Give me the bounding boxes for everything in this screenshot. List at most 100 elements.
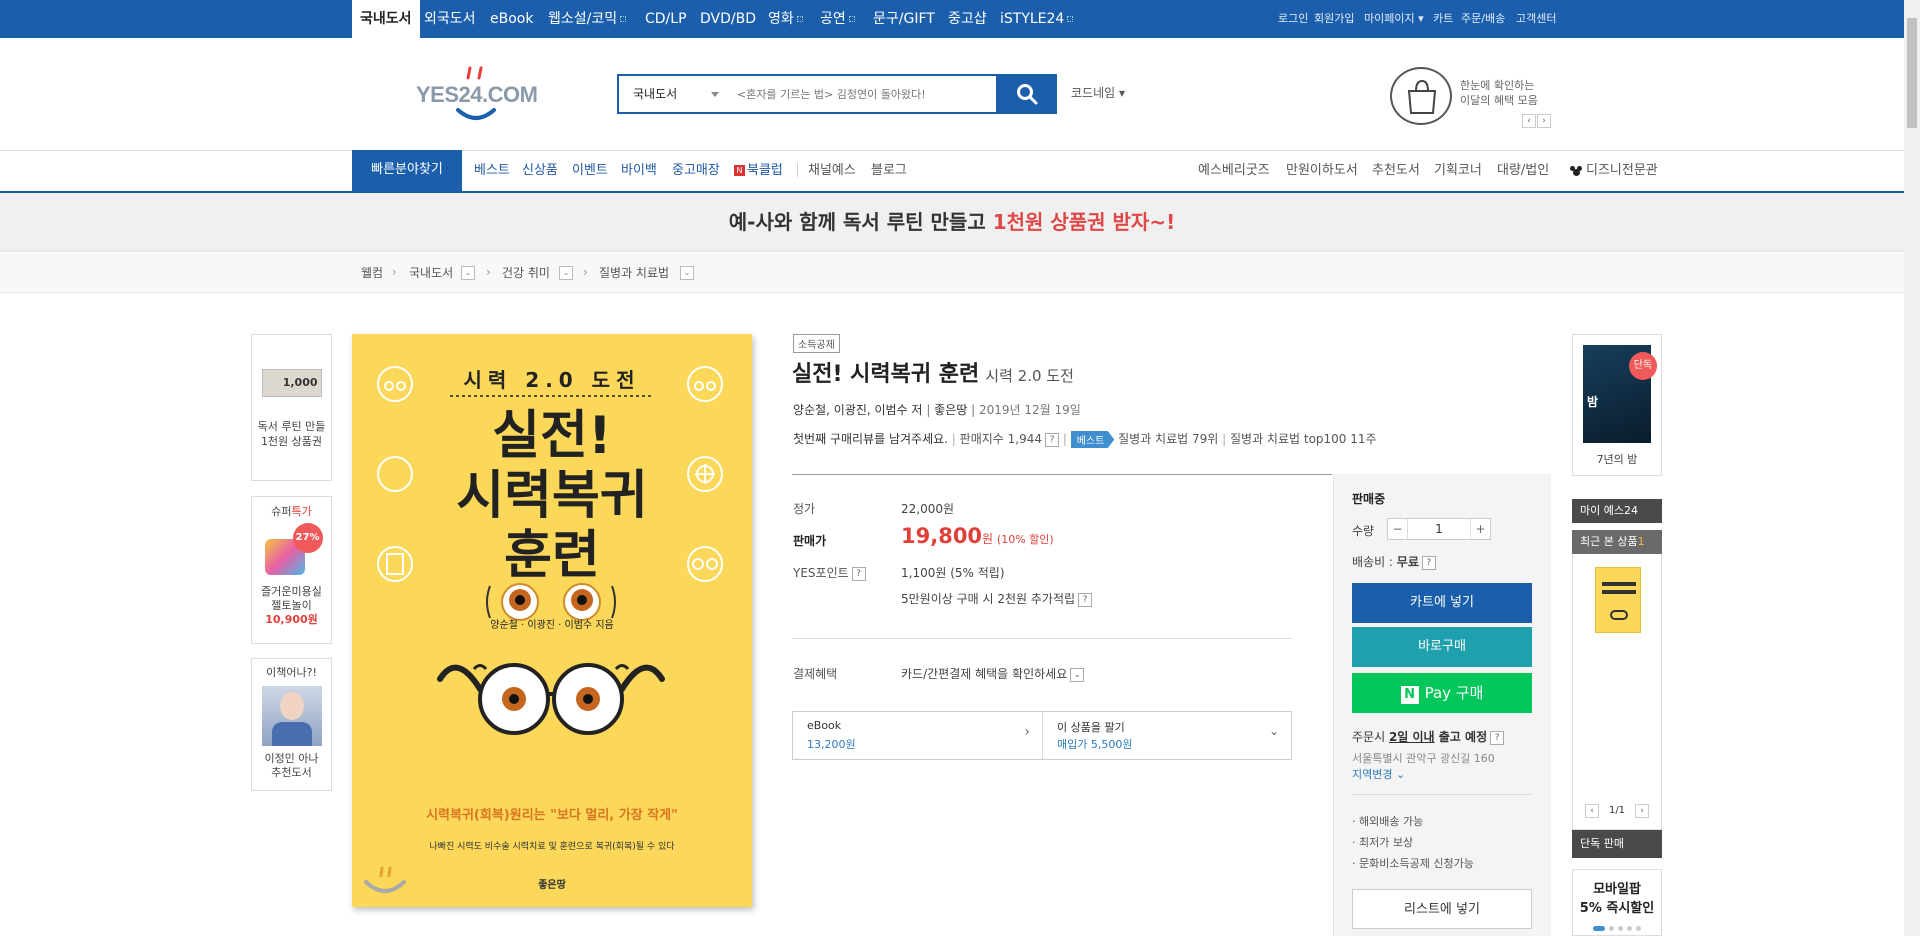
- sell-option[interactable]: 이 상품을 팔기 매입가 5,500원 ⌄: [1043, 712, 1291, 759]
- add-to-cart-button[interactable]: 카트에 넣기: [1352, 583, 1532, 623]
- help-icon[interactable]: ?: [1078, 592, 1093, 607]
- category-istyle[interactable]: iSTYLE24: [1000, 0, 1074, 38]
- add-to-list-button[interactable]: 리스트에 넣기: [1352, 889, 1532, 929]
- nav-recommended[interactable]: 추천도서: [1372, 150, 1420, 191]
- nav-event[interactable]: 이벤트: [572, 150, 608, 191]
- nav-bookclub[interactable]: N 북클럽: [734, 150, 783, 191]
- sell-price: 매입가 5,500원: [1057, 738, 1133, 751]
- category-foreign[interactable]: 외국도서: [424, 0, 476, 38]
- cart-link[interactable]: 카트: [1433, 0, 1453, 38]
- mypage-link[interactable]: 마이페이지 ▾: [1364, 0, 1424, 38]
- breadcrumb-dropdown-button[interactable]: ⌄: [461, 266, 475, 280]
- chevron-right-icon: ›: [486, 265, 491, 279]
- signup-link[interactable]: 회원가입: [1314, 0, 1354, 38]
- mobile-discount-card[interactable]: 모바일팝 5% 즉시할인: [1572, 869, 1662, 936]
- nav-planning[interactable]: 기획코너: [1434, 150, 1482, 191]
- ebook-option[interactable]: eBook 13,200원 ›: [793, 712, 1043, 759]
- nav-blog[interactable]: 블로그: [871, 150, 907, 191]
- quantity-input[interactable]: 1: [1408, 519, 1470, 539]
- my-yes24-link[interactable]: 마이 예스24: [1572, 499, 1662, 523]
- carousel-dot[interactable]: [1626, 926, 1632, 931]
- exclusive-book-card[interactable]: 밤 단독 7년의 밤: [1572, 334, 1662, 476]
- search-scope-select[interactable]: 국내도서: [633, 76, 677, 112]
- exclusive-sale-link[interactable]: 단독 판매: [1572, 830, 1662, 858]
- rank-top100[interactable]: 질병과 치료법 top100 11주: [1230, 432, 1377, 446]
- quantity-stepper: − 1 +: [1387, 518, 1491, 540]
- benefit-next-button[interactable]: ›: [1537, 114, 1551, 128]
- recent-prev-button[interactable]: ‹: [1585, 804, 1599, 818]
- feature-overseas: 해외배송 가능: [1359, 815, 1424, 828]
- nav-under-10000[interactable]: 만원이하도서: [1286, 150, 1358, 191]
- category-gift[interactable]: 문구/GIFT: [873, 0, 935, 38]
- nav-disney[interactable]: 디즈니전문관: [1570, 150, 1658, 191]
- payment-benefit-link[interactable]: 카드/간편결제 혜택을 확인하세요 ⌄: [901, 665, 1085, 682]
- category-performance[interactable]: 공연: [820, 0, 855, 38]
- yes24-logo[interactable]: YES24.COM: [416, 66, 556, 122]
- help-icon[interactable]: ?: [851, 566, 866, 581]
- product-publisher[interactable]: 좋은땅: [934, 403, 967, 417]
- rank-category[interactable]: 질병과 치료법 79위: [1118, 432, 1218, 446]
- help-icon[interactable]: ?: [1045, 432, 1059, 447]
- review-prompt-link[interactable]: 첫번째 구매리뷰를 남겨주세요.: [793, 432, 948, 446]
- carousel-dot-active[interactable]: [1593, 926, 1606, 931]
- category-ebook[interactable]: eBook: [490, 0, 533, 38]
- breadcrumb-dropdown-button[interactable]: ⌄: [680, 266, 694, 280]
- page-scrollbar[interactable]: [1904, 0, 1920, 936]
- category-cd[interactable]: CD/LP: [645, 0, 687, 38]
- carousel-dot[interactable]: [1609, 926, 1615, 931]
- breadcrumb-domestic[interactable]: 국내도서: [409, 253, 453, 293]
- benefit-bag-icon[interactable]: [1390, 67, 1452, 125]
- nav-separator: [797, 163, 798, 177]
- nav-bulk[interactable]: 대량/법인: [1497, 150, 1549, 191]
- rail-super-deal[interactable]: 슈퍼특가 27% 즐거운미용실 젤토놀이 10,900원: [251, 496, 332, 644]
- scrollbar-thumb[interactable]: [1907, 18, 1917, 128]
- customer-center-link[interactable]: 고객센터: [1516, 0, 1556, 38]
- breadcrumb-welcome[interactable]: 웰컴: [361, 253, 383, 293]
- category-movie[interactable]: 영화: [768, 0, 803, 38]
- super-deal-title-red: 특가: [291, 505, 312, 518]
- help-icon[interactable]: ?: [1490, 730, 1505, 745]
- monthly-benefit-text[interactable]: 한눈에 확인하는 이달의 혜택 모음: [1460, 78, 1538, 108]
- login-link[interactable]: 로그인: [1278, 0, 1308, 38]
- carousel-dot[interactable]: [1618, 926, 1623, 931]
- category-dvd[interactable]: DVD/BD: [700, 0, 756, 38]
- region-change-link[interactable]: 지역변경 ⌄: [1352, 766, 1405, 782]
- help-icon[interactable]: ?: [1421, 555, 1436, 570]
- panel-divider: [1352, 794, 1532, 795]
- category-used[interactable]: 중고샵: [948, 0, 987, 38]
- rail-promo-reading-routine[interactable]: 1,000 독서 루틴 만들 1천원 상품권: [251, 334, 332, 481]
- event-banner[interactable]: 예-사와 함께 독서 루틴 만들고 1천원 상품권 받자~!: [0, 193, 1904, 252]
- breadcrumb-health[interactable]: 건강 취미: [502, 253, 550, 293]
- search-input[interactable]: [737, 82, 992, 106]
- recent-page-indicator: 1/1: [1608, 805, 1626, 816]
- product-authors[interactable]: 양순철, 이광진, 이범수 저: [793, 403, 922, 417]
- nav-new[interactable]: 신상품: [522, 150, 558, 191]
- nav-buyback[interactable]: 바이백: [621, 150, 657, 191]
- category-webnovel[interactable]: 웹소설/코믹: [548, 0, 627, 38]
- quick-category-button[interactable]: 빠른분야찾기: [352, 150, 462, 192]
- buy-now-button[interactable]: 바로구매: [1352, 627, 1532, 667]
- order-link[interactable]: 주문/배송: [1461, 0, 1505, 38]
- exclusive-badge: 단독: [1629, 352, 1657, 380]
- naver-pay-button[interactable]: N Pay 구매: [1352, 673, 1532, 713]
- nav-verygoods[interactable]: 예스베리굿즈: [1198, 150, 1270, 191]
- book-cover[interactable]: 시력 2.0 도전 실전! 시력복귀 훈련 양순철 · 이광진 · 이범수 지음…: [352, 334, 752, 907]
- search-button[interactable]: [998, 74, 1057, 114]
- recent-item-thumbnail[interactable]: [1595, 567, 1641, 633]
- category-domestic[interactable]: 국내도서: [352, 0, 420, 38]
- recent-next-button[interactable]: ›: [1635, 804, 1649, 818]
- rail-recommendation[interactable]: 이책어나?! 이정민 아나 추천도서: [251, 658, 332, 791]
- recently-viewed-header: 최근 본 상품1: [1572, 530, 1662, 554]
- breadcrumb-disease[interactable]: 질병과 치료법: [599, 253, 669, 293]
- codename-link[interactable]: 코드네임 ▾: [1071, 84, 1125, 101]
- nav-used-store[interactable]: 중고매장: [672, 150, 720, 191]
- carousel-dot[interactable]: [1635, 926, 1641, 931]
- benefit-prev-button[interactable]: ‹: [1522, 114, 1536, 128]
- nav-channel-yes[interactable]: 채널예스: [808, 150, 856, 191]
- cover-subline: 나빠진 시력도 비수술 시력치료 및 훈련으로 복귀(회복)될 수 있다: [429, 842, 675, 852]
- quantity-decrease-button[interactable]: −: [1388, 519, 1408, 539]
- breadcrumb-dropdown-button[interactable]: ⌄: [559, 266, 573, 280]
- quantity-increase-button[interactable]: +: [1470, 519, 1490, 539]
- price-divider: [792, 638, 1292, 639]
- nav-best[interactable]: 베스트: [474, 150, 510, 191]
